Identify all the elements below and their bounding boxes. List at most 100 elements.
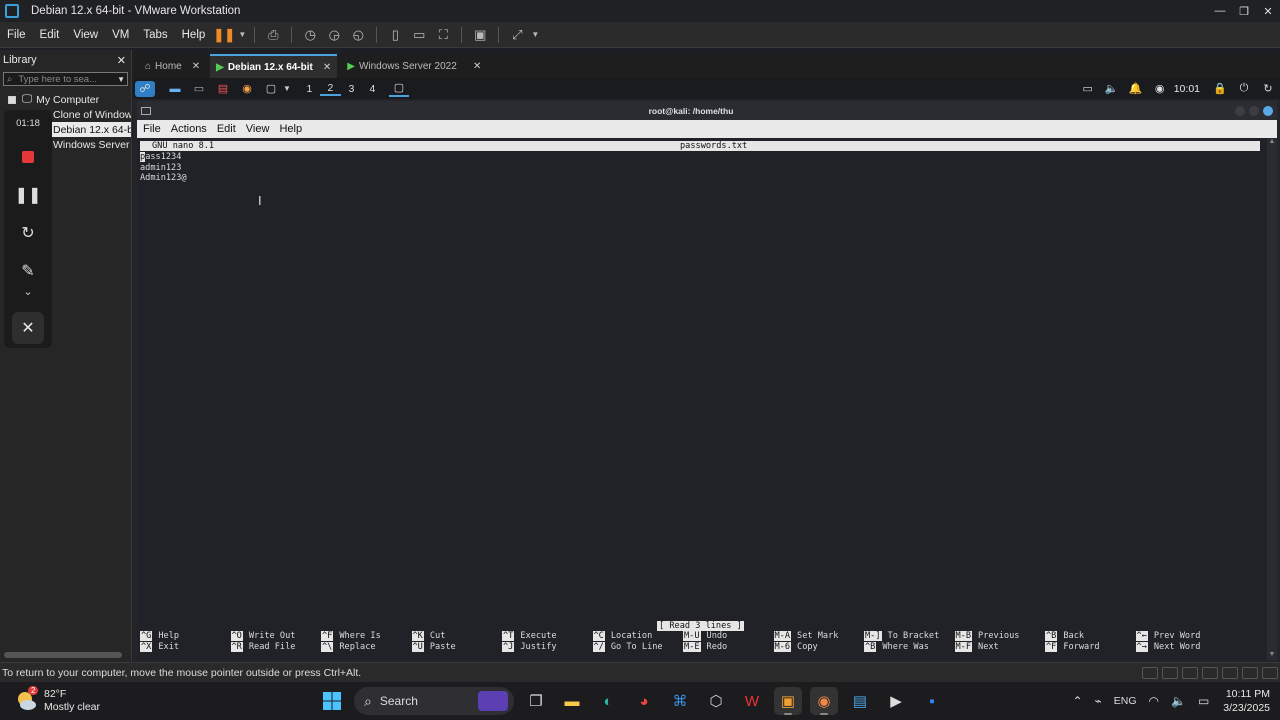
- term-menu-view[interactable]: View: [240, 123, 274, 135]
- snapshot-manager-icon[interactable]: ◵: [347, 26, 369, 44]
- file-line[interactable]: Admin123@: [140, 173, 187, 184]
- terminal-scrollbar[interactable]: ▲ ▼: [1267, 138, 1277, 660]
- minimize-icon[interactable]: [1235, 105, 1245, 116]
- taskbar-search[interactable]: ⌕ Search: [354, 687, 514, 715]
- logout-icon[interactable]: ⏻: [1234, 81, 1254, 97]
- wifi-icon[interactable]: ◠: [1149, 694, 1159, 708]
- file-explorer-icon[interactable]: ▬: [558, 687, 586, 715]
- battery-icon[interactable]: ▭: [1198, 694, 1209, 708]
- wps-office-icon[interactable]: W: [738, 687, 766, 715]
- tab-debian[interactable]: ▶ Debian 12.x 64-bit ✕: [210, 54, 338, 78]
- stretch-guest-icon[interactable]: ⤢: [506, 26, 528, 44]
- workspace-2[interactable]: 2: [319, 82, 341, 96]
- snapshot-icon[interactable]: ◷: [299, 26, 321, 44]
- refresh-icon[interactable]: ↻: [1258, 81, 1278, 97]
- show-desktop-icon[interactable]: ▬: [165, 81, 185, 97]
- console-view-icon[interactable]: ▣: [469, 26, 491, 44]
- input-language[interactable]: ENG: [1114, 695, 1137, 707]
- close-library-icon[interactable]: ✕: [117, 54, 126, 67]
- close-icon[interactable]: ✕: [12, 312, 44, 344]
- pencil-icon[interactable]: ✎: [17, 261, 39, 281]
- terminal-window-button-icon[interactable]: ▢: [388, 81, 409, 97]
- vmware-taskbar-icon[interactable]: ▣: [774, 687, 802, 715]
- file-line[interactable]: pass1234: [140, 152, 181, 163]
- close-icon[interactable]: [1263, 105, 1273, 116]
- tree-root-my-computer[interactable]: 🖵 My Computer: [0, 92, 131, 107]
- device-display-icon[interactable]: [1242, 666, 1258, 679]
- file-manager-icon[interactable]: ▭: [189, 81, 209, 97]
- terminal-body[interactable]: GNU nano 8.1 passwords.txt pass1234 admi…: [137, 138, 1267, 660]
- revert-snapshot-icon[interactable]: ◶: [323, 26, 345, 44]
- menu-help[interactable]: Help: [175, 29, 213, 41]
- close-tab-icon[interactable]: ✕: [192, 61, 200, 72]
- settings-hex-icon[interactable]: ⬡: [702, 687, 730, 715]
- power-status-icon[interactable]: ◉: [1150, 81, 1170, 97]
- menu-view[interactable]: View: [66, 29, 105, 41]
- menu-edit[interactable]: Edit: [33, 29, 67, 41]
- stop-record-icon[interactable]: [17, 147, 39, 167]
- tab-home[interactable]: ⌂ Home ✕: [139, 54, 206, 78]
- recorder-taskbar-icon[interactable]: ◉: [810, 687, 838, 715]
- kali-menu-icon[interactable]: ☍: [135, 80, 155, 97]
- term-menu-help[interactable]: Help: [273, 123, 306, 135]
- menu-file[interactable]: File: [0, 29, 33, 41]
- chevron-down-icon[interactable]: ▼: [283, 84, 291, 93]
- device-sound-icon[interactable]: [1222, 666, 1238, 679]
- restore-icon[interactable]: ❐: [1232, 5, 1256, 18]
- volume-icon[interactable]: 🔈: [1171, 694, 1186, 708]
- restart-icon[interactable]: ↻: [17, 223, 39, 243]
- task-view-icon[interactable]: ❐: [522, 687, 550, 715]
- panel-clock[interactable]: 10:01: [1174, 83, 1200, 95]
- text-editor-icon[interactable]: ▤: [213, 81, 233, 97]
- scroll-down-icon[interactable]: ▼: [1267, 651, 1277, 658]
- thumbnail-bar-icon[interactable]: ▭: [408, 26, 430, 44]
- term-menu-actions[interactable]: Actions: [165, 123, 211, 135]
- show-library-icon[interactable]: ▯: [384, 26, 406, 44]
- terminal-icon[interactable]: ▢: [261, 81, 281, 97]
- network-off-icon[interactable]: ⌁: [1095, 694, 1102, 708]
- vscode-icon[interactable]: ⌘: [666, 687, 694, 715]
- close-tab-icon[interactable]: ✕: [473, 61, 481, 72]
- pause-vm-icon[interactable]: ❚❚: [213, 26, 235, 44]
- dropdown-arrow-icon[interactable]: ▼: [237, 26, 247, 44]
- device-message-icon[interactable]: [1262, 666, 1278, 679]
- scroll-up-icon[interactable]: ▲: [1267, 138, 1277, 145]
- collapse-box-icon[interactable]: [8, 95, 16, 104]
- menu-tabs[interactable]: Tabs: [136, 29, 174, 41]
- messaging-app-icon[interactable]: ◕: [630, 687, 658, 715]
- full-screen-icon[interactable]: ⛶: [432, 26, 454, 44]
- lock-icon[interactable]: 🔒: [1210, 81, 1230, 97]
- library-search-input[interactable]: ⌕ Type here to sea... ▼: [3, 72, 128, 86]
- clock[interactable]: 10:11 PM 3/23/2025: [1223, 687, 1270, 715]
- notepad-icon[interactable]: ▤: [846, 687, 874, 715]
- notification-bell-icon[interactable]: 🔔: [1126, 81, 1146, 97]
- firefox-icon[interactable]: ◉: [237, 81, 257, 97]
- maximize-icon[interactable]: [1249, 105, 1259, 116]
- edge-browser-icon[interactable]: ◐: [594, 687, 622, 715]
- term-menu-file[interactable]: File: [137, 123, 165, 135]
- workspace-1[interactable]: 1: [299, 83, 320, 95]
- tree-item-vm-selected[interactable]: Debian 12.x 64-b: [51, 122, 131, 137]
- library-hscrollbar[interactable]: [4, 652, 122, 658]
- close-tab-icon[interactable]: ✕: [323, 62, 331, 73]
- chevron-up-icon[interactable]: ⌃: [1072, 694, 1082, 708]
- close-icon[interactable]: ✕: [1256, 5, 1280, 18]
- workspace-4[interactable]: 4: [362, 83, 383, 95]
- device-network-icon[interactable]: [1182, 666, 1198, 679]
- volume-icon[interactable]: 🔈: [1102, 81, 1122, 97]
- dropdown-arrow-icon[interactable]: ▼: [530, 26, 540, 44]
- display-icon[interactable]: ▭: [1078, 81, 1098, 97]
- pause-icon[interactable]: ❚❚: [15, 185, 42, 205]
- device-hdd-icon[interactable]: [1142, 666, 1158, 679]
- media-player-icon[interactable]: ▶: [882, 687, 910, 715]
- minimize-icon[interactable]: —: [1208, 5, 1232, 18]
- zoom-icon[interactable]: ▪: [918, 687, 946, 715]
- windows-start-icon[interactable]: [318, 687, 346, 715]
- device-cd-icon[interactable]: [1162, 666, 1178, 679]
- workspace-3[interactable]: 3: [341, 83, 362, 95]
- file-line[interactable]: admin123: [140, 163, 181, 174]
- send-ctrl-alt-del-icon[interactable]: ⎙: [262, 26, 284, 44]
- chevron-down-icon[interactable]: ▼: [117, 75, 125, 84]
- device-usb-icon[interactable]: [1202, 666, 1218, 679]
- chevron-down-icon[interactable]: ⌄: [23, 285, 32, 298]
